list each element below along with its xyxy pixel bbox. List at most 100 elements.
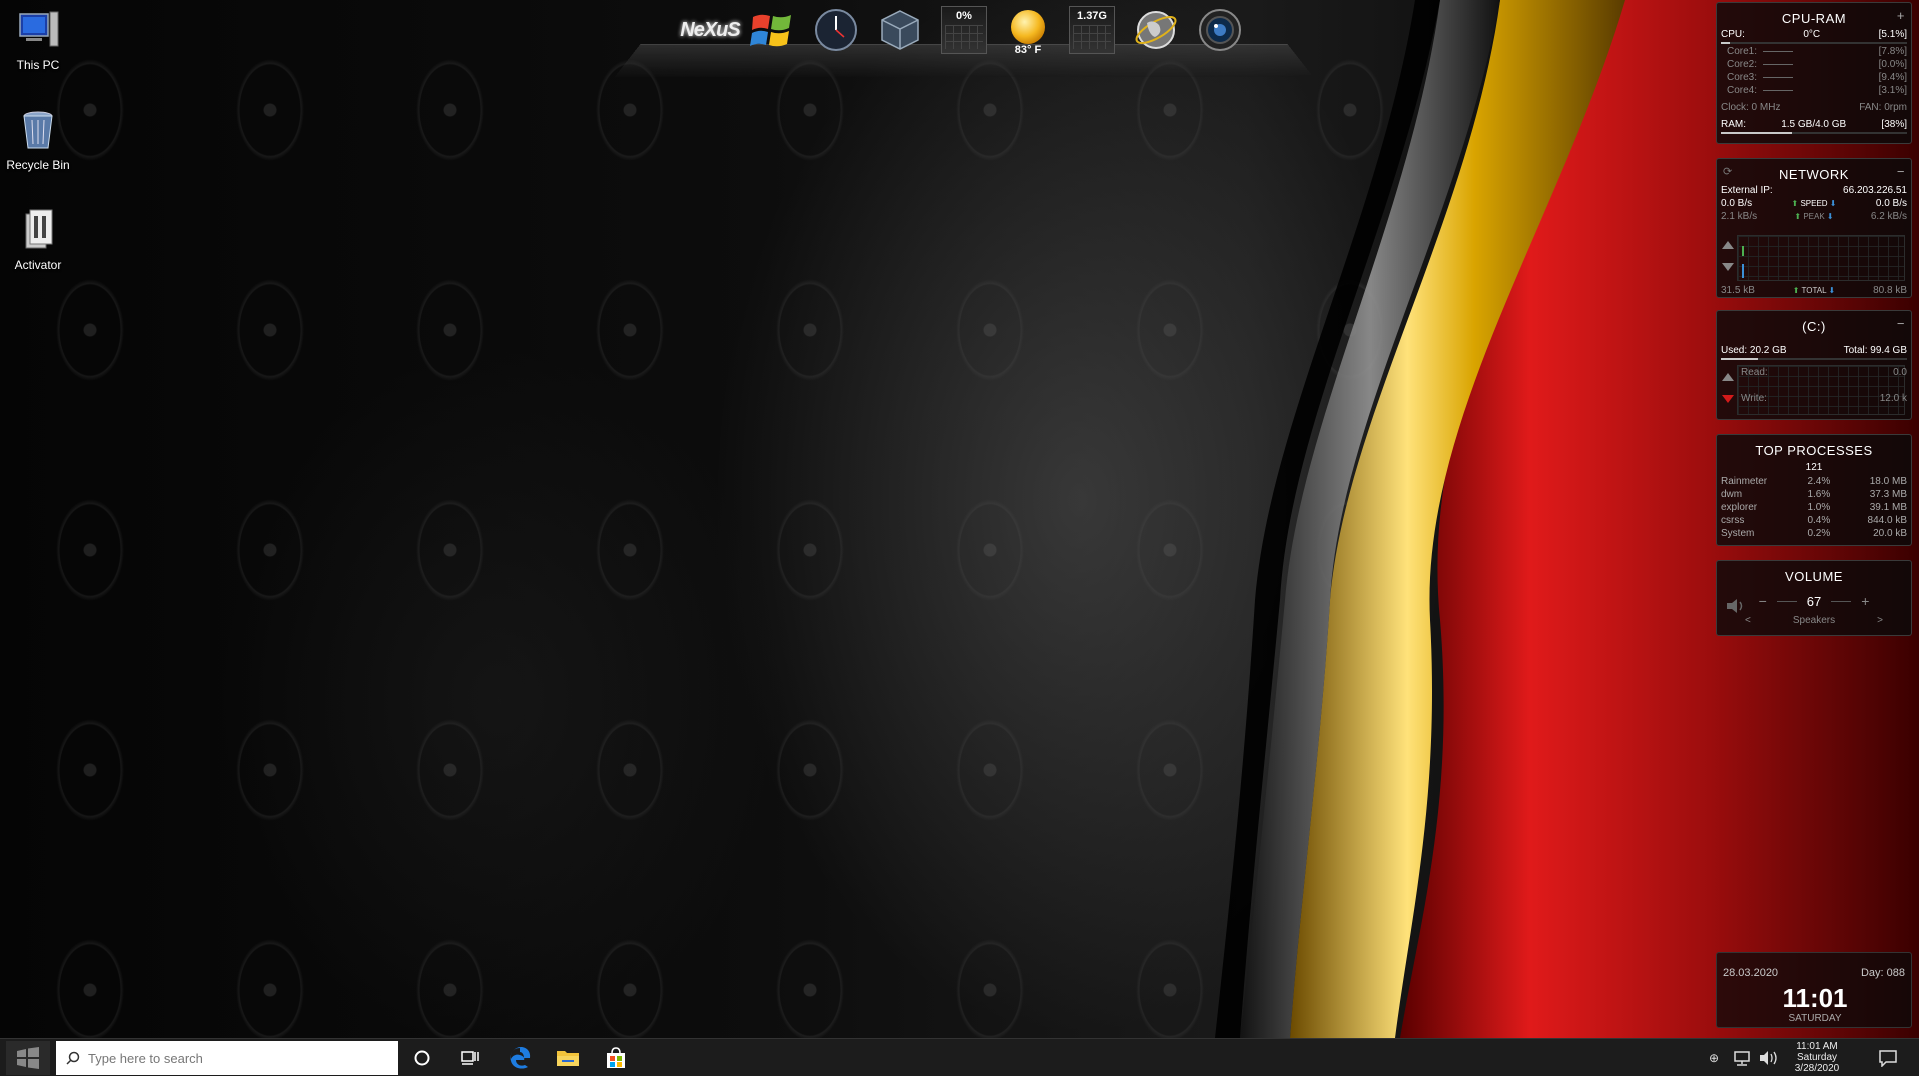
process-cpu: 0.4% [1807,514,1831,526]
external-ip-label: External IP: [1721,185,1773,196]
cpu-percent: [5.1%] [1878,29,1907,40]
start-button[interactable] [6,1041,50,1075]
audio-device-name: Speakers [1792,615,1836,626]
read-arrow-icon [1722,373,1734,381]
process-name: csrss [1721,514,1745,526]
download-arrow-icon: ⬇ [1828,286,1836,295]
download-speed: 0.0 B/s [1875,198,1907,209]
clock-date: 28.03.2020 [1723,967,1779,979]
dock-item-windows[interactable] [746,4,798,56]
cpu-ram-title-text: CPU-RAM [1781,11,1847,26]
desktop-icon-this-pc[interactable]: This PC [0,6,76,72]
drive-total: Total: 99.4 GB [1843,345,1907,356]
cpu-ram-title: CPU-RAM + [1717,3,1911,29]
store-button[interactable] [594,1041,638,1075]
desktop-icon-label: Recycle Bin [6,158,70,172]
volume-gadget: VOLUME − 67 + < Speakers > [1716,560,1912,636]
external-ip-value: 66.203.226.51 [1843,185,1907,196]
speed-label: SPEED [1800,199,1828,208]
dock-item-weather[interactable]: 83° F [1002,4,1054,56]
expand-icon[interactable]: + [1897,8,1905,23]
ram-row: RAM: 1.5 GB/4.0 GB [38%] [1717,119,1911,132]
search-input[interactable] [88,1050,368,1066]
volume-level: 67 [1806,593,1822,609]
dock-item-camera[interactable] [1194,4,1246,56]
volume-down-button[interactable]: − [1759,593,1767,609]
process-name: explorer [1721,501,1758,513]
taskbar-search-box[interactable] [56,1041,398,1075]
cpu-ram-gadget: CPU-RAM + CPU: 0°C [5.1%] Core1: [7.8%] … [1716,2,1912,144]
dock-item-ram-meter[interactable]: 1.37G [1066,4,1118,56]
cpu-meter-value: 0% [956,10,972,22]
process-cpu: 0.2% [1807,527,1831,539]
refresh-icon[interactable]: ⟳ [1723,165,1733,178]
process-cpu: 1.0% [1807,501,1831,513]
dock-item-cpu-meter[interactable]: 0% [938,4,990,56]
core1-value: [7.8%] [1878,46,1907,57]
table-row: explorer 1.0% 39.1 MB [1717,501,1911,514]
cortana-button[interactable] [400,1041,444,1075]
show-hidden-icons-icon[interactable]: ⊕ [1702,1051,1726,1065]
desktop-icon-label: Activator [14,258,62,272]
dock-item-clock[interactable] [810,4,862,56]
download-arrow-icon: ⬇ [1829,199,1837,208]
cpu-meter: 0% [941,6,987,54]
edge-browser-icon [510,1047,531,1069]
collapse-icon[interactable]: − [1897,164,1905,179]
desktop-icon-recycle-bin[interactable]: Recycle Bin [0,106,76,172]
ram-meter: 1.37G [1069,6,1115,54]
process-memory: 37.3 MB [1869,488,1907,500]
computer-icon [19,11,59,47]
core-row: Core4: [3.1%] [1717,85,1911,98]
volume-up-button[interactable]: + [1861,593,1869,609]
process-name: Rainmeter [1721,475,1768,487]
dock-item-nexus[interactable]: NeXuS [678,4,742,56]
cortana-circle-icon [414,1050,430,1066]
windows-logo-icon [750,14,791,47]
write-value: 12.0 k [1879,393,1907,404]
cpu-meter-graph [945,25,983,49]
upload-peak: 2.1 kB/s [1721,211,1758,222]
total-label: TOTAL [1801,286,1827,295]
process-cpu: 2.4% [1807,475,1831,487]
edge-button[interactable] [498,1041,542,1075]
process-cpu: 1.6% [1807,488,1831,500]
external-ip-row: External IP: 66.203.226.51 [1717,185,1911,198]
ram-meter-value: 1.37G [1077,10,1107,22]
drive-usage-row: Used: 20.2 GB Total: 99.4 GB [1717,345,1911,358]
drive-title-text: (C:) [1802,319,1826,334]
dock-item-cube[interactable] [874,4,926,56]
write-row: Write: 12.0 k [1737,393,1911,406]
action-center-button[interactable] [1866,1041,1910,1075]
peak-row: 2.1 kB/s ⬆ PEAK ⬇ 6.2 kB/s [1717,211,1911,224]
clock-fan-row: Clock: 0 MHz FAN: 0rpm [1717,102,1911,115]
read-value: 0.0 [1893,367,1907,378]
taskbar-clock[interactable]: 11:01 AM Saturday 3/28/2020 [1776,1041,1858,1074]
network-title: ⟳ NETWORK − [1717,159,1911,185]
table-row: dwm 1.6% 37.3 MB [1717,488,1911,501]
core-row: Core1: [7.8%] [1717,46,1911,59]
next-device-button[interactable]: > [1877,615,1883,628]
table-row: Rainmeter 2.4% 18.0 MB [1717,475,1911,488]
ram-percent: [38%] [1881,119,1907,130]
dock-item-globe[interactable] [1130,4,1182,56]
task-view-button[interactable] [448,1041,492,1075]
ram-usage-fill [1721,132,1792,134]
nexus-dock: NeXuS 0% 83° F 1.37G [614,0,1314,82]
ram-value: 1.5 GB/4.0 GB [1781,119,1847,130]
total-row: 31.5 kB ⬆ TOTAL ⬇ 80.8 kB [1717,285,1911,298]
upload-arrow-icon [1722,241,1734,249]
globe-icon [1135,11,1177,49]
core2-label: Core2: [1727,59,1758,70]
speaker-icon[interactable] [1725,597,1747,618]
clock-weekday: SATURDAY [1788,1013,1842,1024]
file-explorer-button[interactable] [546,1041,590,1075]
network-tray-icon[interactable] [1732,1049,1754,1067]
core-row: Core2: [0.0%] [1717,59,1911,72]
upload-speed: 0.0 B/s [1721,198,1753,209]
cpu-temperature: 0°C [1803,29,1821,40]
table-row: System 0.2% 20.0 kB [1717,527,1911,540]
download-peak: 6.2 kB/s [1870,211,1907,222]
collapse-icon[interactable]: − [1897,316,1905,331]
desktop-icon-activator[interactable]: Activator [0,206,76,272]
